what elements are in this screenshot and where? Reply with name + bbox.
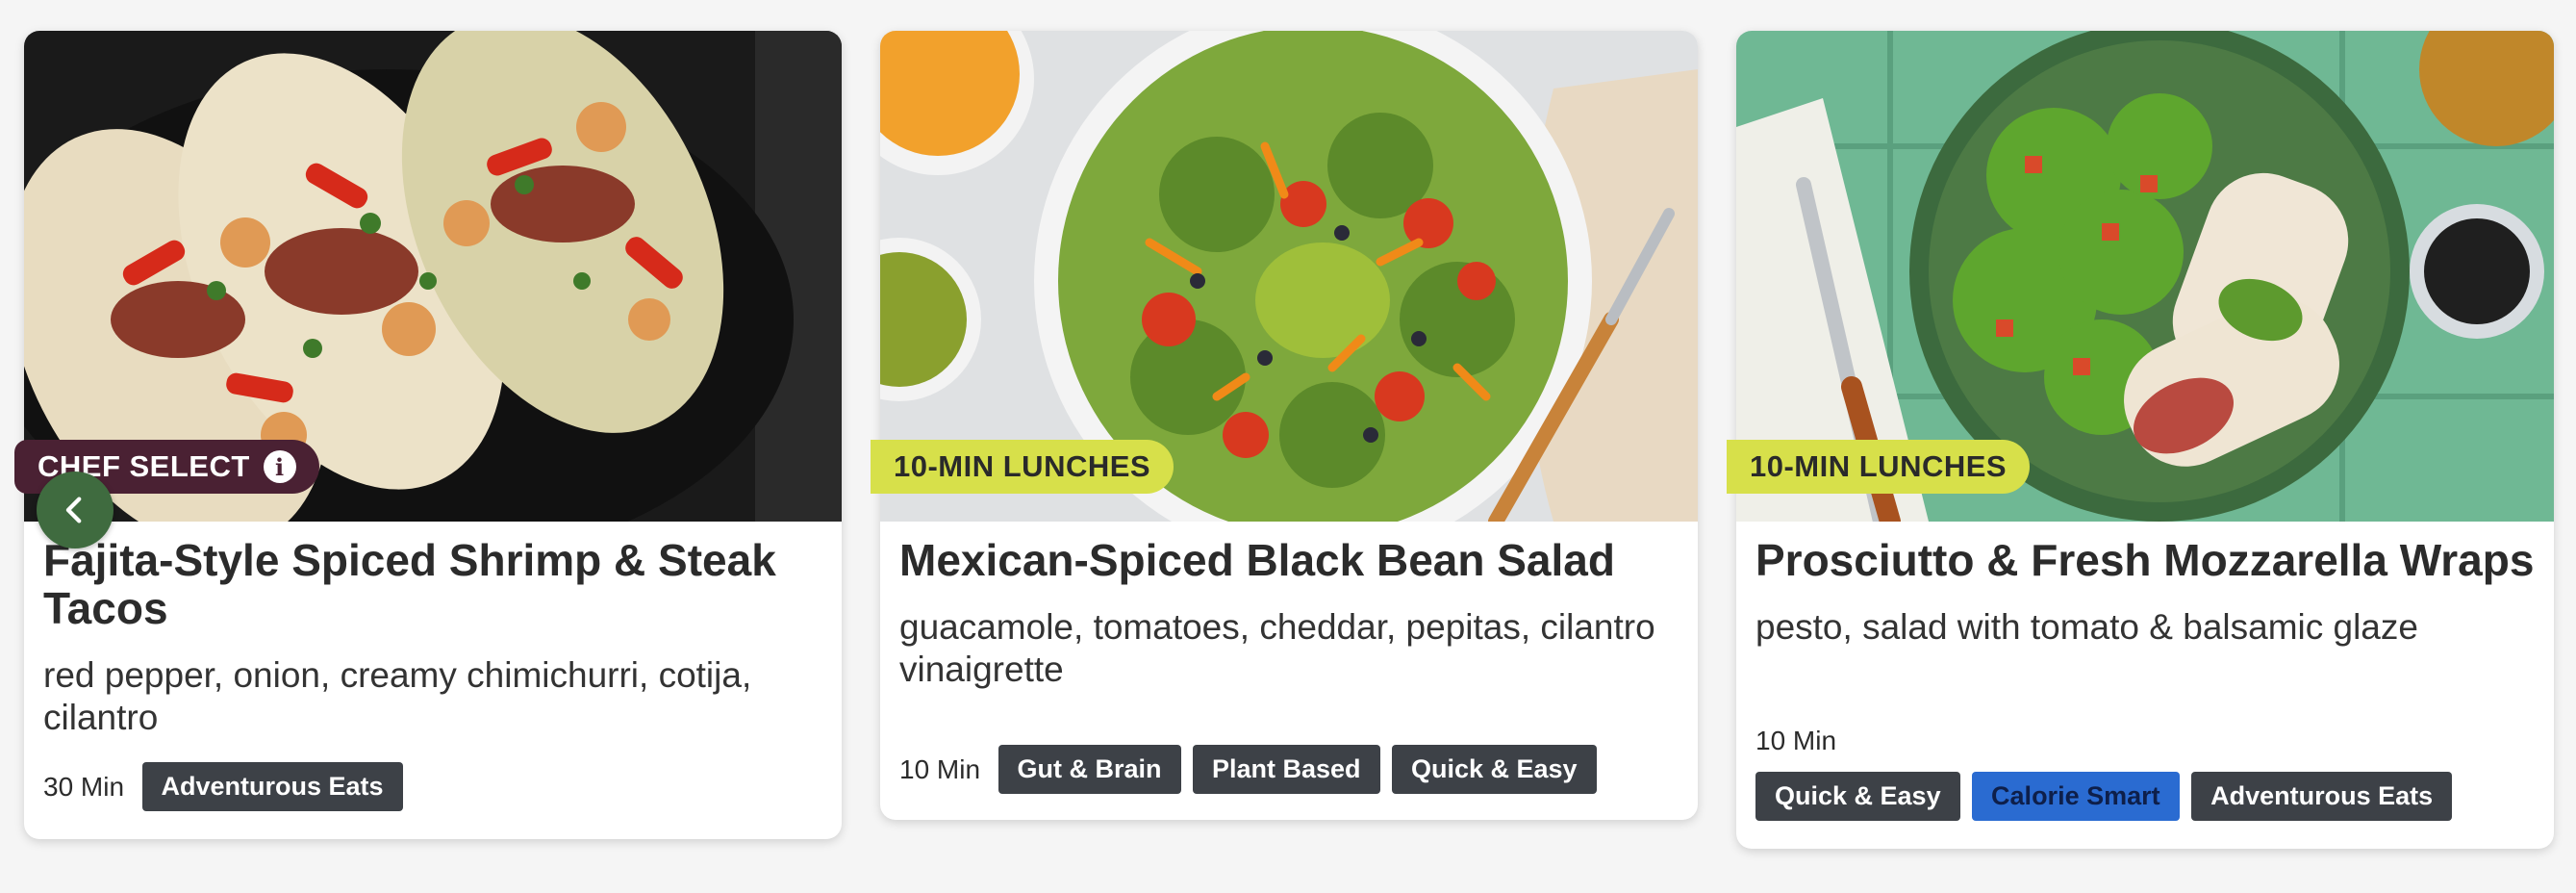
tag-adventurous-eats: Adventurous Eats bbox=[141, 762, 403, 811]
recipe-description: guacamole, tomatoes, cheddar, pepitas, c… bbox=[899, 607, 1655, 689]
recipe-card[interactable]: Fajita-Style Spiced Shrimp & Steak Tacos… bbox=[24, 31, 842, 839]
tag-gut-brain: Gut & Brain bbox=[998, 745, 1181, 794]
cook-time: 10 Min bbox=[899, 753, 981, 784]
recipe-title[interactable]: Fajita-Style Spiced Shrimp & Steak Tacos bbox=[43, 536, 822, 632]
recipe-title[interactable]: Prosciutto & Fresh Mozzarella Wraps bbox=[1755, 536, 2535, 584]
ten-min-lunches-badge: 10-MIN LUNCHES bbox=[1727, 440, 2031, 494]
tag-quick-easy: Quick & Easy bbox=[1755, 772, 1960, 821]
badge-label: 10-MIN LUNCHES bbox=[1750, 449, 2008, 483]
recipe-meta: Quick & Easy Calorie Smart Adventurous E… bbox=[1755, 772, 2535, 821]
recipe-meta: 10 Min Gut & Brain Plant Based Quick & E… bbox=[899, 745, 1679, 794]
chevron-left-icon bbox=[65, 497, 82, 523]
tag-quick-easy: Quick & Easy bbox=[1391, 745, 1597, 794]
tag-plant-based: Plant Based bbox=[1192, 745, 1380, 794]
recipe-meta: 30 Min Adventurous Eats bbox=[43, 762, 822, 811]
badge-label: 10-MIN LUNCHES bbox=[894, 449, 1151, 483]
recipe-card[interactable]: Mexican-Spiced Black Bean Salad guacamol… bbox=[880, 31, 1698, 820]
tag-calorie-smart: Calorie Smart bbox=[1972, 772, 2180, 821]
recipe-title[interactable]: Mexican-Spiced Black Bean Salad bbox=[899, 536, 1679, 584]
cook-time: 10 Min bbox=[1755, 726, 1837, 755]
info-icon[interactable]: i bbox=[263, 450, 296, 483]
carousel-prev-button[interactable] bbox=[37, 472, 114, 549]
cook-time: 30 Min bbox=[43, 771, 125, 802]
recipe-description: red pepper, onion, creamy chimichurri, c… bbox=[43, 655, 752, 737]
ten-min-lunches-badge: 10-MIN LUNCHES bbox=[871, 440, 1174, 494]
recipe-description: pesto, salad with tomato & balsamic glaz… bbox=[1755, 607, 2418, 647]
tag-adventurous-eats: Adventurous Eats bbox=[2191, 772, 2453, 821]
